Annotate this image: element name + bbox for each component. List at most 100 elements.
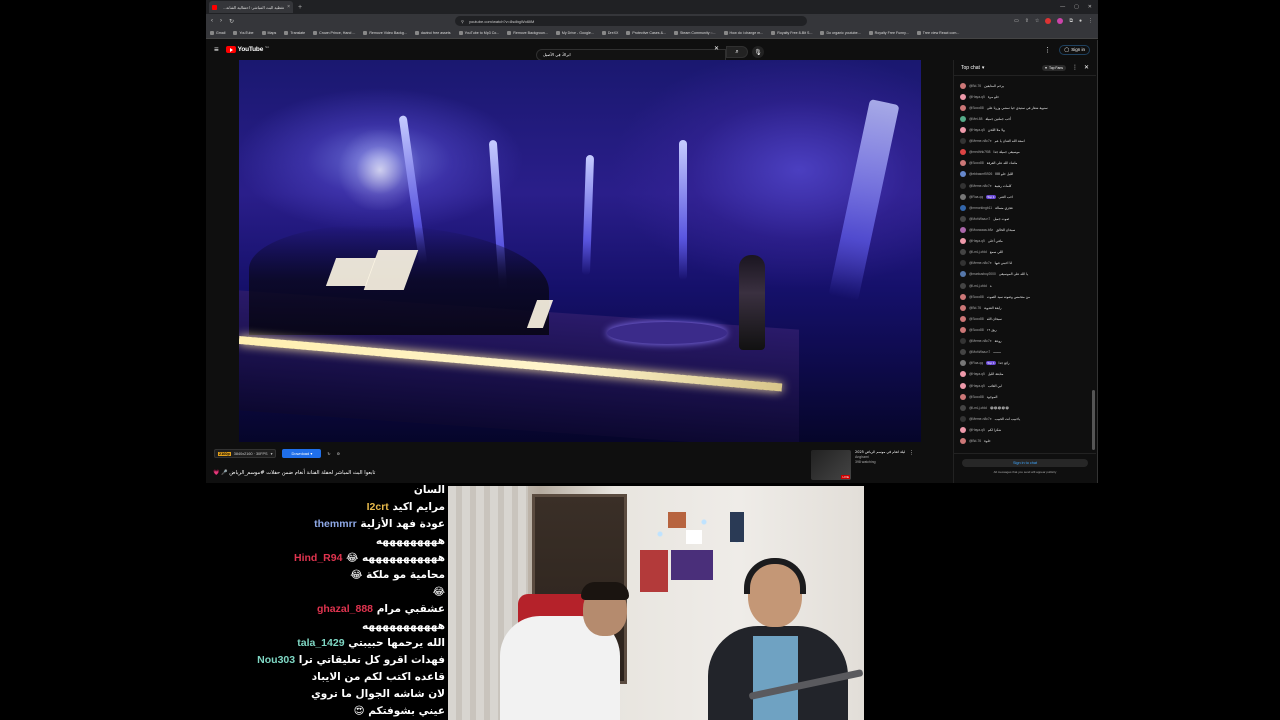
profile-icon[interactable]: ● bbox=[1079, 18, 1082, 24]
chat-username[interactable]: @LmLj-cfdd bbox=[969, 406, 987, 410]
avatar[interactable] bbox=[960, 282, 966, 289]
close-window-icon[interactable]: ✕ bbox=[1088, 4, 1092, 10]
chat-message[interactable]: @Haya-q5 متابعة الليل bbox=[960, 369, 1088, 380]
avatar[interactable] bbox=[960, 182, 966, 189]
avatar[interactable] bbox=[960, 371, 966, 378]
chat-username[interactable]: @Bd-76 bbox=[969, 306, 981, 310]
chat-message[interactable]: @Haya-q5 حلو مرة bbox=[960, 91, 1088, 102]
chat-username[interactable]: @Sooo88 bbox=[969, 106, 984, 110]
bookmark-item[interactable]: Steam Community ::... bbox=[673, 31, 716, 35]
voice-search-button[interactable]: 🎙 bbox=[752, 46, 764, 58]
chat-message[interactable]: @Mei-88 أحب جملتين جميلة bbox=[960, 113, 1088, 124]
chat-message[interactable]: @ebbasmf5926 الليل حلو ااااا bbox=[960, 169, 1088, 180]
bookmark-item[interactable]: Crown Prince, Hand ... bbox=[313, 31, 355, 35]
chat-message[interactable]: @Roa-qq Top 1 احب الغنى bbox=[960, 191, 1088, 202]
chat-username[interactable]: @Haya-q5 bbox=[969, 428, 985, 432]
avatar[interactable] bbox=[960, 160, 966, 167]
chat-message[interactable]: @Roa-qq Top 1 رائع جدا bbox=[960, 358, 1088, 369]
chat-message[interactable]: @Meme-n8c7e ياحبيب انت الحبيب bbox=[960, 413, 1088, 424]
sign-in-button[interactable]: ◯ Sign in bbox=[1059, 44, 1090, 55]
bookmark-item[interactable]: DreXX bbox=[601, 31, 618, 35]
chat-username[interactable]: @Mei-88 bbox=[969, 117, 982, 121]
bookmark-star-icon[interactable]: ☆ bbox=[1035, 18, 1039, 24]
search-button[interactable]: ⌕ bbox=[726, 46, 748, 58]
chat-message[interactable]: @Sooo88 ماشاء الله على الفرقة bbox=[960, 158, 1088, 169]
chat-message[interactable]: @Haya-q5 مافي أحلى bbox=[960, 236, 1088, 247]
chat-message[interactable]: @Bd-76 يرحم المتابعين bbox=[960, 80, 1088, 91]
chat-message[interactable]: @Sooo88 سنوية شعار في ستيدي حيا تمشي وزرن… bbox=[960, 102, 1088, 113]
url-field[interactable]: ⚲ youtube.com/watch?v=8sdbgWo6IiM bbox=[455, 16, 808, 26]
avatar[interactable] bbox=[960, 93, 966, 100]
avatar[interactable] bbox=[960, 104, 966, 111]
avatar[interactable] bbox=[960, 349, 966, 356]
chat-message[interactable]: @mmorkingb11 عجزي مسالة bbox=[960, 202, 1088, 213]
chat-message[interactable]: @Haya-q5 ابي الغائب bbox=[960, 380, 1088, 391]
chat-username[interactable]: @MohWaa-n7 bbox=[969, 217, 990, 221]
download-button[interactable]: Download ▾ bbox=[282, 449, 322, 458]
chat-message[interactable]: @Sooo88 ريق ١٩ bbox=[960, 324, 1088, 335]
avatar[interactable] bbox=[960, 193, 966, 200]
chat-message[interactable]: @markusboy2000 يا الله على الموسيقى bbox=[960, 269, 1088, 280]
close-chat-icon[interactable]: ✕ bbox=[1084, 64, 1089, 71]
avatar[interactable] bbox=[960, 438, 966, 445]
minimize-icon[interactable]: — bbox=[1060, 4, 1065, 10]
bookmark-item[interactable]: Gmail bbox=[210, 31, 225, 35]
chat-message[interactable]: @Meme-n8c7e انا احبني فيها bbox=[960, 258, 1088, 269]
chat-scrollbar[interactable] bbox=[1092, 390, 1095, 450]
chat-username[interactable]: @Haya-q5 bbox=[969, 384, 985, 388]
avatar[interactable] bbox=[960, 260, 966, 267]
chat-username[interactable]: @Sooo88 bbox=[969, 328, 984, 332]
refresh-icon[interactable]: ↻ bbox=[327, 451, 330, 456]
bookmark-item[interactable]: Protective Cases &... bbox=[626, 31, 666, 35]
chat-username[interactable]: @ebbasmf5926 bbox=[969, 172, 992, 176]
recommended-thumbnail[interactable]: LIVE bbox=[811, 450, 851, 480]
video-player[interactable] bbox=[239, 60, 921, 442]
share-icon[interactable]: ⇪ bbox=[1025, 18, 1029, 24]
chat-username[interactable]: @Roa-qq bbox=[969, 195, 983, 199]
chat-message[interactable]: @LmLj-cfdd ه bbox=[960, 280, 1088, 291]
recommended-live-card[interactable]: LIVE ليلة انغام في موسم الرياض 2025 Angh… bbox=[811, 450, 946, 480]
chat-message[interactable]: @Meme-n8c7e كلمات رهيبة bbox=[960, 180, 1088, 191]
avatar[interactable] bbox=[960, 82, 966, 89]
bookmark-item[interactable]: Royalty Free 8-Bit S... bbox=[771, 31, 812, 35]
top-chat-select[interactable]: Top chat ▾ bbox=[961, 65, 984, 71]
page-scrollbar[interactable] bbox=[1097, 40, 1098, 483]
chat-menu-icon[interactable]: ⋮ bbox=[1072, 64, 1078, 71]
chat-username[interactable]: @Haya-q5 bbox=[969, 372, 985, 376]
chat-username[interactable]: @Sooo88 bbox=[969, 395, 984, 399]
chat-username[interactable]: @Moowaaa-b8z bbox=[969, 228, 993, 232]
bookmark-item[interactable]: YouTube bbox=[233, 31, 254, 35]
avatar[interactable] bbox=[960, 382, 966, 389]
back-icon[interactable]: ‹ bbox=[211, 18, 213, 24]
bookmark-item[interactable]: Tree view React com... bbox=[916, 31, 959, 35]
chat-message[interactable]: @LmLj-cfdd 😂😂😂😂😂 bbox=[960, 402, 1088, 413]
avatar[interactable] bbox=[960, 238, 966, 245]
chat-username[interactable]: @Meme-n8c7e bbox=[969, 184, 992, 188]
chat-username[interactable]: @Haya-q5 bbox=[969, 128, 985, 132]
bookmark-item[interactable]: davinci free assets bbox=[414, 31, 451, 35]
avatar[interactable] bbox=[960, 315, 966, 322]
youtube-logo[interactable]: YouTube SA bbox=[225, 45, 269, 53]
site-info-icon[interactable]: ⚲ bbox=[461, 19, 464, 24]
settings-menu-icon[interactable]: ⋮ bbox=[1044, 46, 1051, 54]
search-input[interactable] bbox=[536, 48, 726, 61]
bookmark-item[interactable]: Maps bbox=[261, 31, 276, 35]
bookmark-item[interactable]: My Drive - Google... bbox=[555, 31, 594, 35]
chat-username[interactable]: @Meme-n8c7e bbox=[969, 417, 992, 421]
avatar[interactable] bbox=[960, 360, 966, 367]
avatar[interactable] bbox=[960, 338, 966, 345]
reload-icon[interactable]: ↻ bbox=[229, 18, 234, 25]
avatar[interactable] bbox=[960, 415, 966, 422]
chat-message[interactable]: @Moowaaa-b8z سبحان الخالق bbox=[960, 224, 1088, 235]
chat-username[interactable]: @MohWaa-n7 bbox=[969, 350, 990, 354]
avatar[interactable] bbox=[960, 249, 966, 256]
bookmark-item[interactable]: YouTube to Mp3 Co... bbox=[458, 31, 499, 35]
avatar[interactable] bbox=[960, 293, 966, 300]
chat-message[interactable]: @LmLj-cfdd اللي سمع bbox=[960, 247, 1088, 258]
chat-username[interactable]: @mmorkingb11 bbox=[969, 206, 992, 210]
avatar[interactable] bbox=[960, 138, 966, 145]
chat-username[interactable]: @Haya-q5 bbox=[969, 95, 985, 99]
avatar[interactable] bbox=[960, 393, 966, 400]
quality-select[interactable]: 2160p 3840x2160 · 30FPS ▾ bbox=[214, 449, 277, 458]
chat-message[interactable]: @Sooo88 الموجود bbox=[960, 391, 1088, 402]
